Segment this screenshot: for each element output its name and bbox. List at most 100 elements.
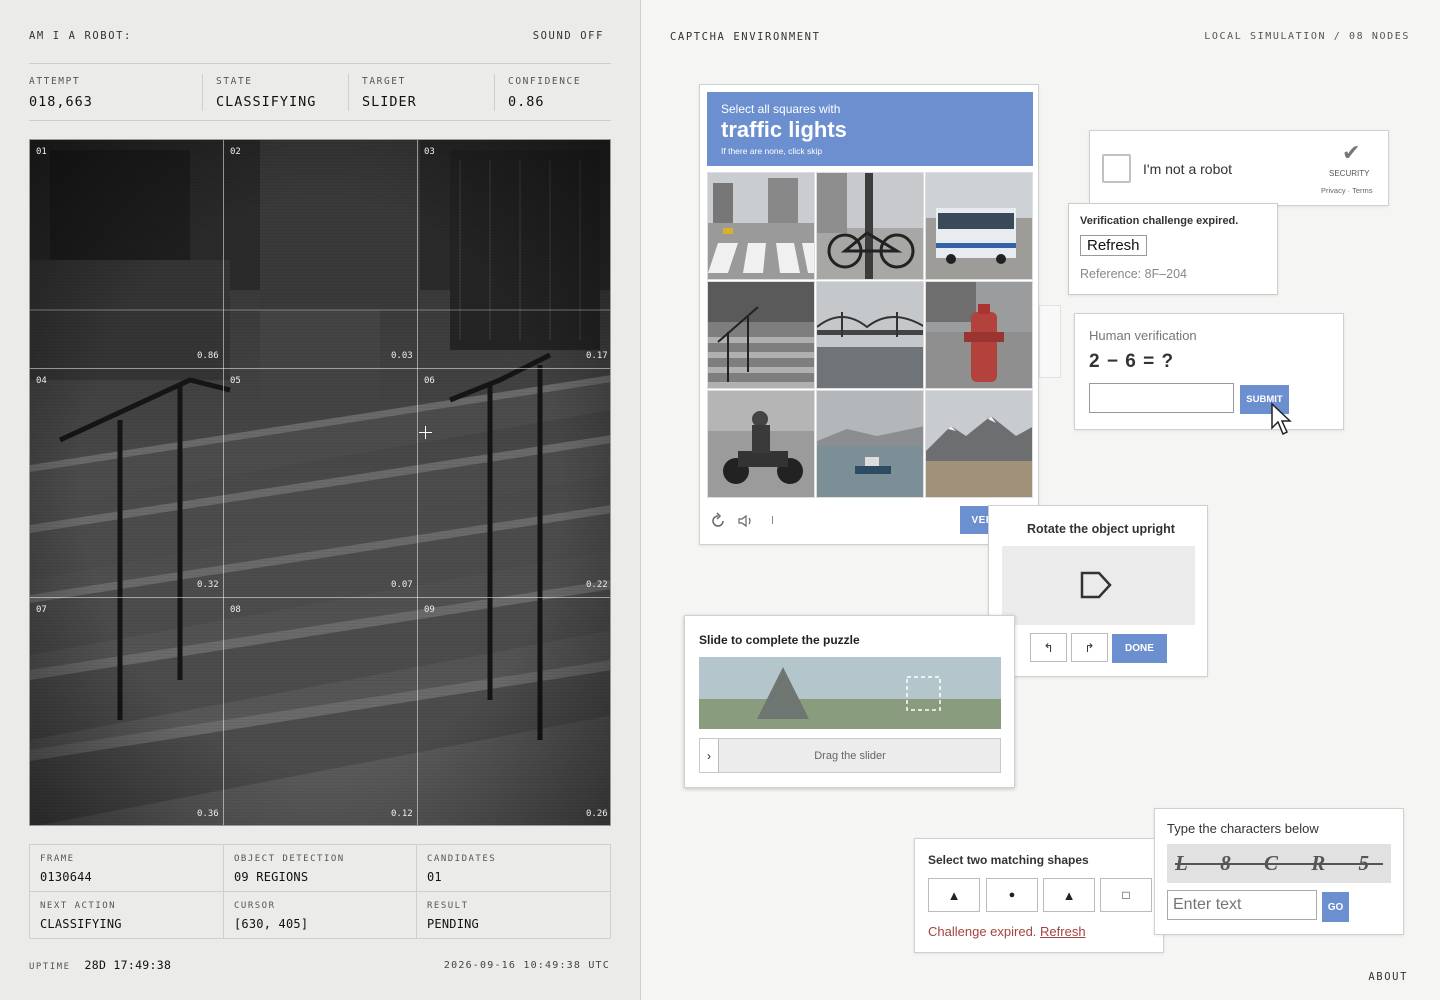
tile-mountains[interactable] [925, 390, 1033, 498]
stat-label: ATTEMPT [29, 76, 81, 87]
grid-overlay [30, 140, 610, 825]
stat-value: 0.86 [508, 94, 545, 110]
rotate-left-button[interactable]: ↰ [1030, 633, 1067, 662]
info-table: FRAME 0130644 OBJECT DETECTION 09 REGIONS … [29, 844, 611, 939]
captcha-header: Select all squares with traffic lights I… [707, 92, 1033, 166]
tile-motorcycle[interactable] [707, 390, 815, 498]
drag-slider-label: Drag the slider [814, 750, 886, 762]
rotate-left-icon: ↰ [1043, 640, 1054, 655]
app-title: AM I A ROBOT: [29, 30, 132, 42]
chars-title: Type the characters below [1167, 821, 1319, 836]
slider-track[interactable]: › Drag the slider [699, 738, 1001, 773]
captcha-image: L 8 C R 5 [1167, 844, 1391, 883]
not-robot-checkbox[interactable] [1102, 154, 1131, 183]
crosshair-icon [419, 426, 432, 439]
info-icon[interactable] [772, 516, 773, 524]
info-label: RESULT [427, 901, 469, 911]
cell-id-01: 01 [36, 147, 47, 157]
tile-bridge[interactable] [816, 281, 924, 389]
cell-id-02: 02 [230, 147, 241, 157]
shape-option-4[interactable]: □ [1100, 878, 1152, 912]
human-verification-title: Human verification [1089, 328, 1197, 343]
cell-id-05: 05 [230, 376, 241, 386]
shapes-refresh-link[interactable]: Refresh [1040, 924, 1086, 939]
answer-input[interactable] [1089, 383, 1234, 413]
left-panel: AM I A ROBOT: SOUND OFF ATTEMPT 018,663 … [0, 0, 641, 1000]
not-robot-label: I'm not a robot [1143, 161, 1233, 177]
info-cursor: CURSOR [630, 405] [224, 892, 417, 939]
environment-title: CAPTCHA ENVIRONMENT [670, 31, 821, 43]
info-value: PENDING [427, 917, 479, 931]
cell-id-03: 03 [424, 147, 435, 157]
shapes-captcha: Select two matching shapes ▲ ● ▲ □ Chall… [914, 838, 1164, 953]
info-value: [630, 405] [234, 917, 309, 931]
tile-hydrant[interactable] [925, 281, 1033, 389]
tile-bicycle[interactable] [816, 172, 924, 280]
datetime: 2026-09-16 10:49:38 UTC [443, 960, 610, 971]
environment-subtitle: LOCAL SIMULATION / 08 NODES [1204, 31, 1410, 42]
cell-score-01: 0.86 [197, 351, 219, 361]
done-button[interactable]: DONE [1112, 634, 1167, 663]
info-object-detection: OBJECT DETECTION 09 REGIONS [224, 845, 417, 892]
captcha-characters: L 8 C R 5 [1175, 851, 1384, 875]
tile-bus[interactable] [925, 172, 1033, 280]
shape-option-3[interactable]: ▲ [1043, 878, 1095, 912]
checkmark-icon: ✔ [1342, 140, 1361, 165]
rotate-object-icon[interactable] [1079, 570, 1113, 600]
expired-popup: Verification challenge expired. Refresh … [1068, 203, 1278, 295]
checkbox-captcha: I'm not a robot ✔ SECURITY Privacy · Ter… [1089, 130, 1389, 206]
info-label: CANDIDATES [427, 854, 497, 864]
rotate-captcha: Rotate the object upright ↰ ↱ DONE [988, 505, 1208, 677]
info-value: 0130644 [40, 870, 92, 884]
cell-id-09: 09 [424, 605, 435, 615]
shape-option-1[interactable]: ▲ [928, 878, 980, 912]
shape-option-2[interactable]: ● [986, 878, 1038, 912]
uptime-value: 28D 17:49:38 [84, 958, 172, 972]
cell-score-07: 0.36 [197, 809, 219, 819]
reload-icon[interactable] [709, 512, 727, 530]
left-topbar: AM I A ROBOT: SOUND OFF [29, 30, 610, 44]
cell-score-06: 0.22 [586, 580, 608, 590]
info-frame: FRAME 0130644 [30, 845, 224, 892]
captcha-target: traffic lights [721, 117, 847, 142]
rotate-title: Rotate the object upright [1027, 522, 1175, 536]
cell-id-07: 07 [36, 605, 47, 615]
captcha-tiles [707, 172, 1033, 498]
shapes-title: Select two matching shapes [928, 853, 1089, 867]
refresh-button[interactable]: Refresh [1080, 235, 1147, 256]
cell-id-04: 04 [36, 376, 47, 386]
go-button[interactable]: GO [1322, 892, 1349, 922]
cell-score-04: 0.32 [197, 580, 219, 590]
audio-icon[interactable] [737, 512, 755, 530]
tile-stairs[interactable] [707, 281, 815, 389]
about-link[interactable]: ABOUT [1368, 971, 1408, 983]
cell-score-02: 0.03 [391, 351, 413, 361]
rotate-right-button[interactable]: ↱ [1071, 633, 1108, 662]
stat-label: TARGET [362, 76, 406, 87]
uptime: UPTIME 28D 17:49:38 [29, 958, 171, 972]
math-captcha: Human verification 2 − 6 = ? SUBMIT [1074, 313, 1344, 436]
sound-toggle[interactable]: SOUND OFF [533, 30, 604, 42]
stat-attempt: ATTEMPT 018,663 [29, 64, 202, 120]
camera-viewer: 01 0.86 02 0.03 03 0.17 04 0.32 05 0.07 … [29, 139, 611, 826]
info-result: RESULT PENDING [417, 892, 610, 939]
stat-label: STATE [216, 76, 253, 87]
stat-value: 018,663 [29, 94, 93, 110]
tile-boat[interactable] [816, 390, 924, 498]
stat-value: CLASSIFYING [216, 94, 317, 110]
privacy-terms-links[interactable]: Privacy · Terms [1321, 186, 1373, 195]
info-label: NEXT ACTION [40, 901, 117, 911]
slider-captcha: Slide to complete the puzzle › Drag the … [684, 615, 1015, 788]
stat-value: SLIDER [362, 94, 417, 110]
characters-input[interactable] [1167, 890, 1317, 920]
info-candidates: CANDIDATES 01 [417, 845, 610, 892]
background-card [1039, 305, 1061, 378]
uptime-label: UPTIME [29, 962, 71, 972]
expired-message: Verification challenge expired. [1080, 215, 1239, 227]
info-value: CLASSIFYING [40, 917, 122, 931]
captcha-instruction: Select all squares with [721, 102, 841, 116]
reference-text: Reference: 8F–204 [1080, 267, 1188, 281]
tile-crosswalk[interactable] [707, 172, 815, 280]
rotate-canvas [1002, 546, 1195, 625]
mouse-pointer-icon [1271, 402, 1292, 436]
